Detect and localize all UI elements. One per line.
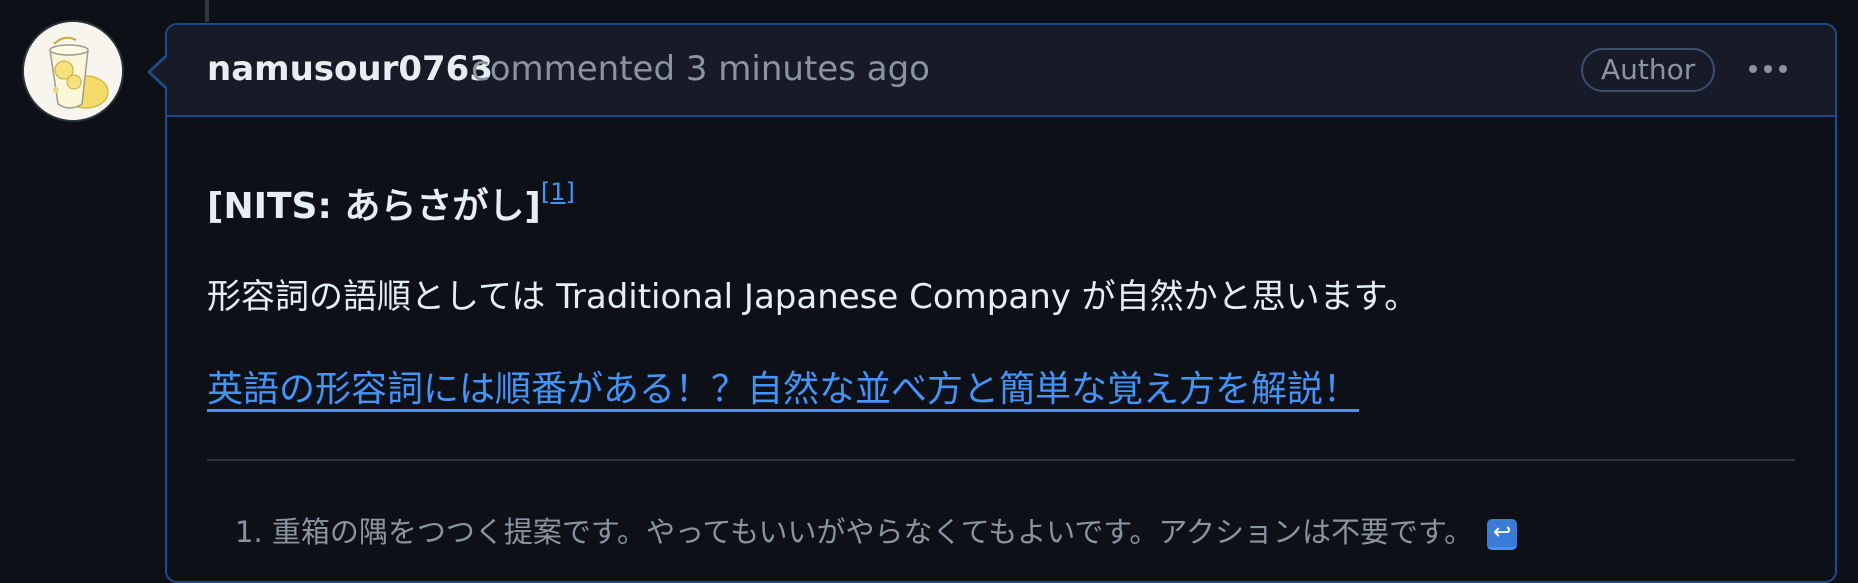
dot	[1749, 65, 1757, 73]
timeline-line	[205, 0, 209, 22]
footnote-item: 1. 重箱の隅をつつく提案です。やってもいいがやらなくてもよいです。アクションは…	[235, 509, 1518, 551]
backref-icon[interactable]: ↩	[1487, 518, 1518, 550]
footnotes-divider	[207, 459, 1795, 461]
avatar[interactable]	[22, 20, 124, 122]
nits-label: [NITS: あらさがし]	[207, 186, 541, 227]
comment-time[interactable]: 3 minutes ago	[686, 49, 930, 89]
lemon-sour-avatar-icon	[24, 22, 122, 120]
kebab-horizontal-icon[interactable]	[1743, 51, 1793, 87]
comment-meta: commented 3 minutes ago	[471, 49, 930, 89]
comment-sentence: 形容詞の語順としては Traditional Japanese Company …	[207, 277, 1419, 317]
dot	[1779, 65, 1787, 73]
comment-caret-inner	[151, 56, 168, 88]
dot	[1764, 65, 1772, 73]
footnote-text: 重箱の隅をつつく提案です。やってもいいがやらなくてもよいです。アクションは不要で…	[271, 515, 1474, 549]
author-name[interactable]: namusour0763	[207, 49, 493, 89]
comment-header: namusour0763 commented 3 minutes ago Aut…	[167, 25, 1835, 117]
comment-action: commented	[471, 49, 676, 89]
author-badge: Author	[1581, 48, 1716, 92]
footnote-ref-link[interactable]: [1]	[541, 178, 575, 206]
footnote-number: 1.	[235, 515, 263, 549]
footnote-ref: [1]	[541, 178, 575, 206]
nits-heading: [NITS: あらさがし][1]	[207, 177, 575, 229]
comment-box: namusour0763 commented 3 minutes ago Aut…	[165, 23, 1837, 583]
article-link[interactable]: 英語の形容詞には順番がある！？自然な並べ方と簡単な覚え方を解説！	[207, 360, 1359, 412]
